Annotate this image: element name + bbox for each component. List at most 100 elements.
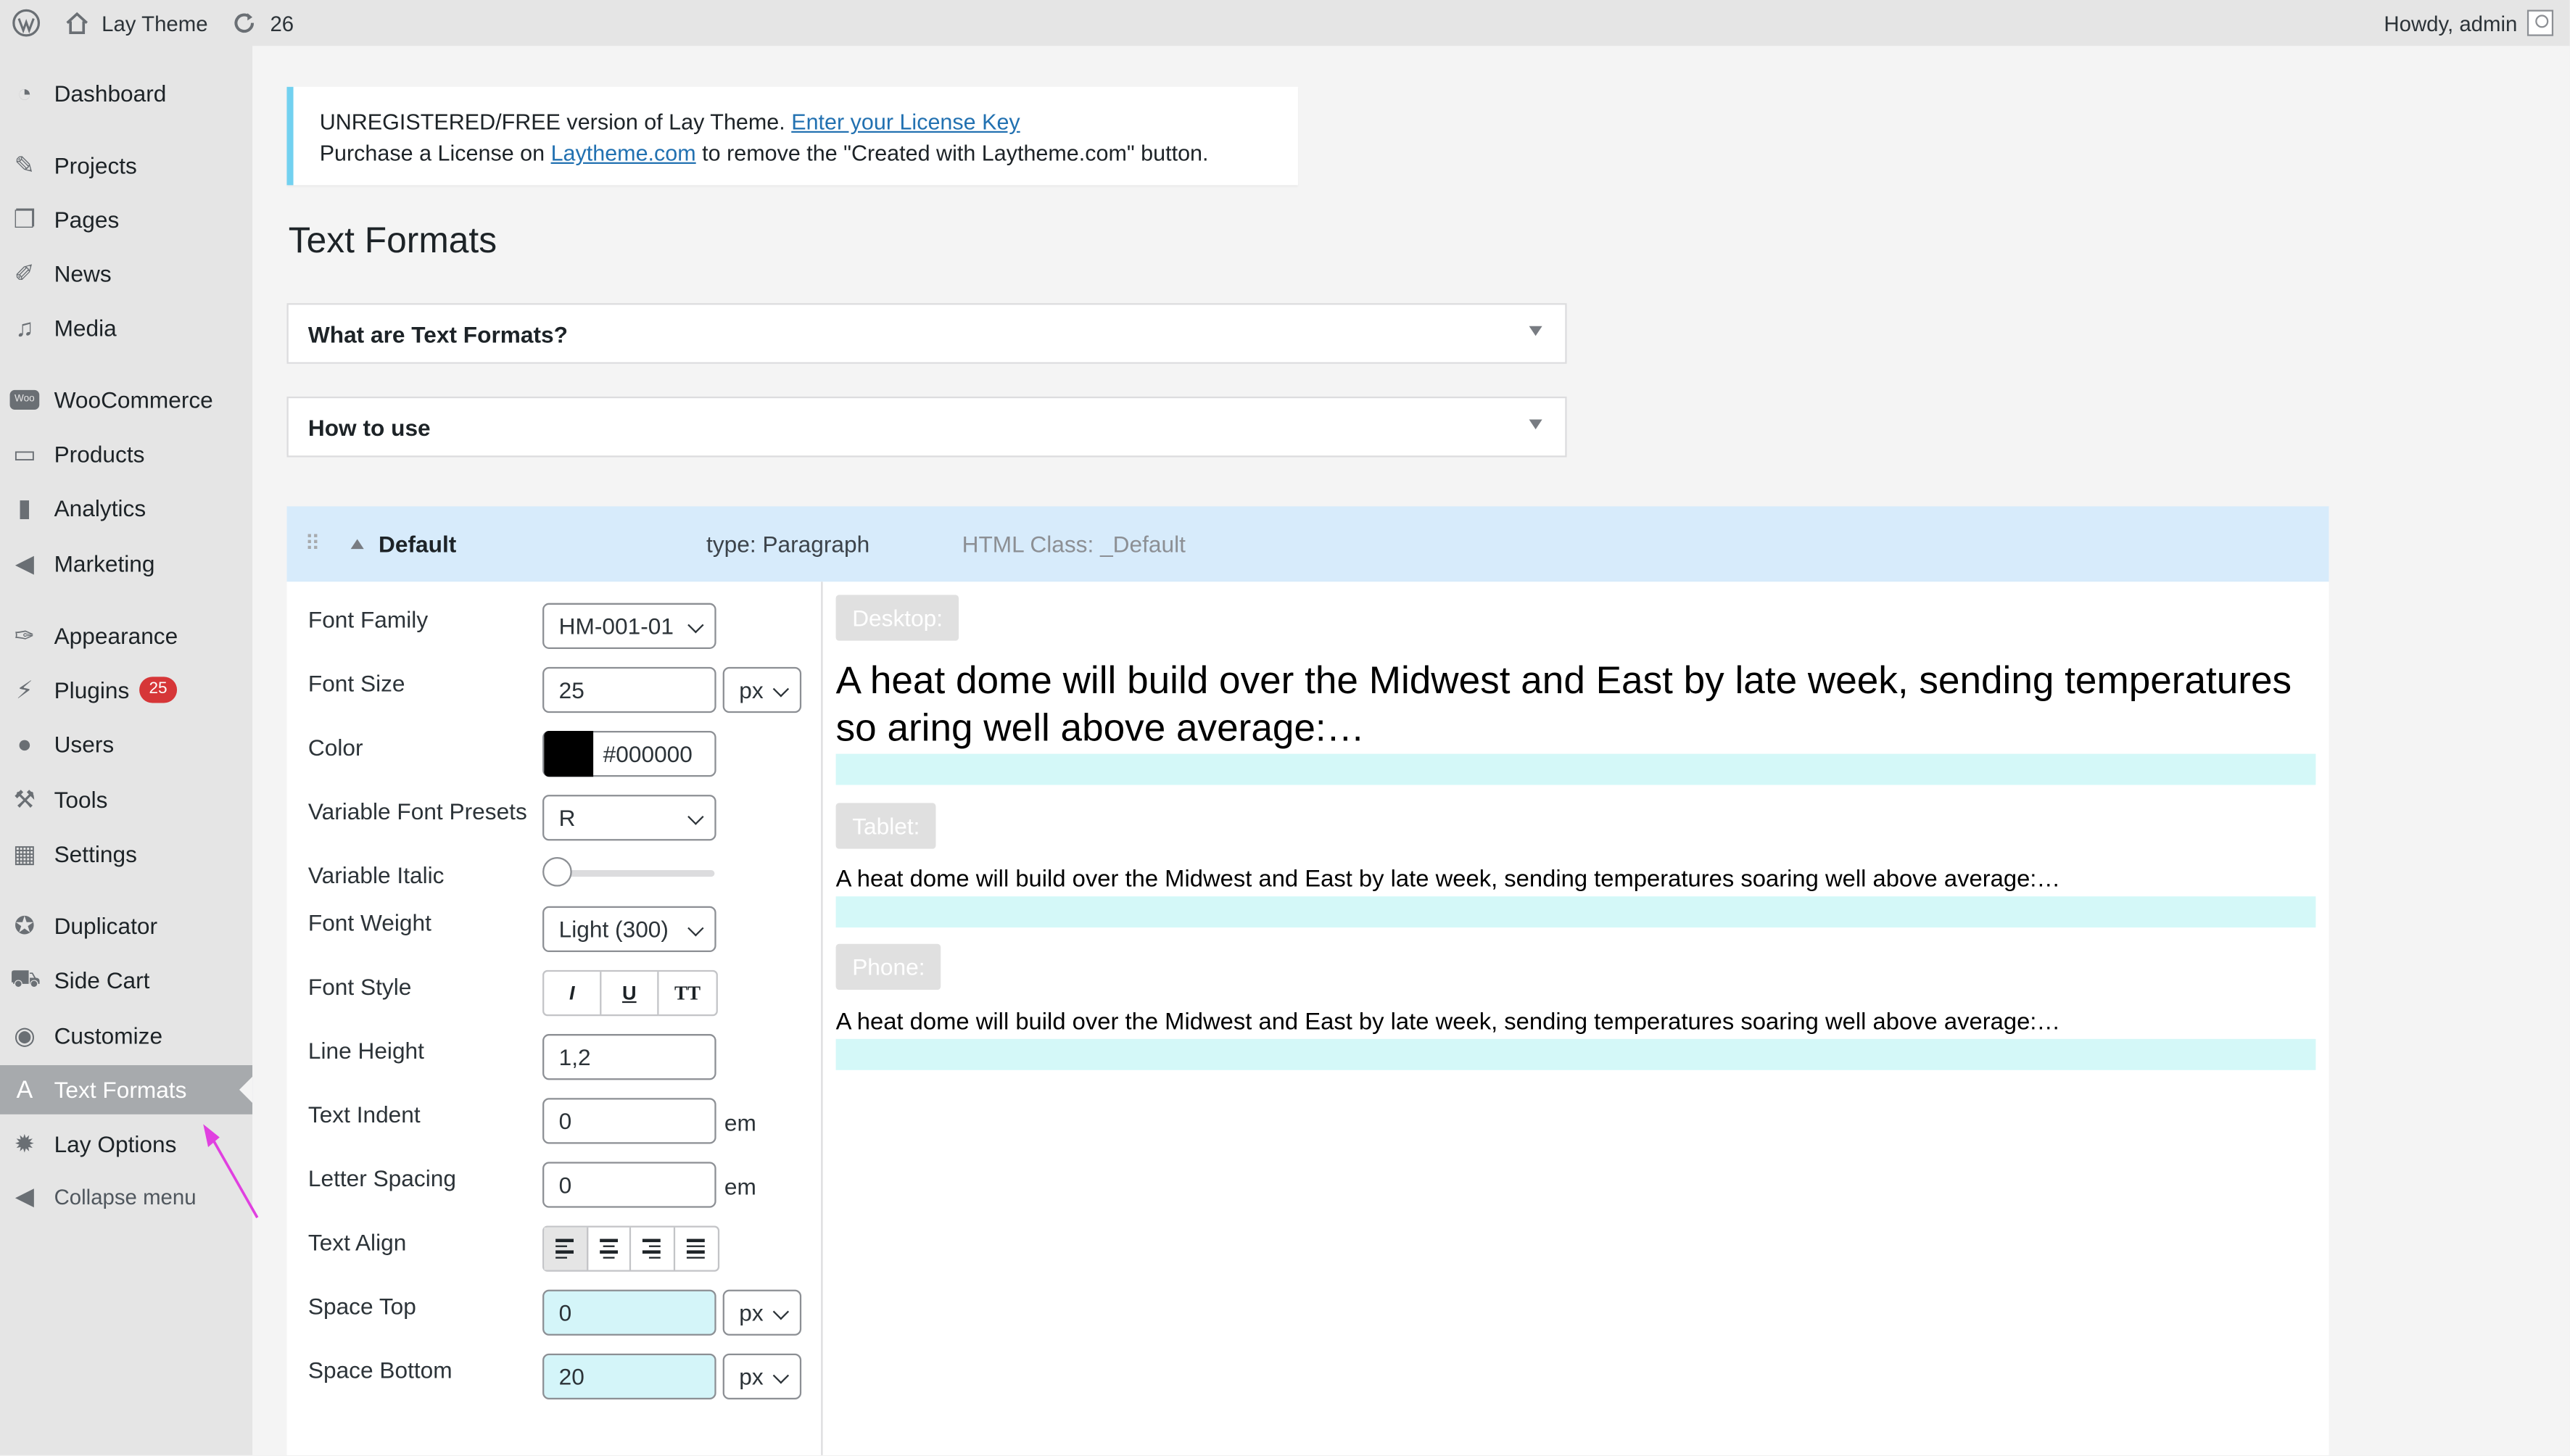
- format-html-class: HTML Class: _Default: [962, 531, 1186, 558]
- align-justify-icon: [687, 1238, 706, 1259]
- font-weight-select[interactable]: Light (300): [542, 906, 716, 953]
- text-indent-input[interactable]: 0: [542, 1098, 716, 1144]
- tablet-spacing-indicator: [835, 896, 2316, 928]
- enter-license-link[interactable]: Enter your License Key: [791, 109, 1020, 134]
- sidebar-item-dashboard[interactable]: ◔ Dashboard: [0, 69, 252, 118]
- gear-icon: ✹: [14, 1130, 36, 1159]
- plugin-icon: ⚡: [15, 677, 33, 705]
- edit-icon: ✐: [14, 260, 36, 289]
- sidebar-item-side-cart[interactable]: ⛟ Side Cart: [0, 956, 252, 1005]
- variable-presets-label: Variable Font Presets: [307, 798, 527, 824]
- phone-spacing-indicator: [835, 1038, 2316, 1070]
- chevron-down-icon: [772, 1368, 790, 1384]
- sidebar-item-plugins[interactable]: ⚡ Plugins 25: [0, 666, 252, 715]
- sidebar-item-customize[interactable]: ◉ Customize: [0, 1011, 252, 1060]
- caret-up-icon[interactable]: [350, 539, 364, 550]
- line-height-label: Line Height: [307, 1037, 424, 1064]
- align-justify-button[interactable]: [674, 1228, 718, 1270]
- line-height-input[interactable]: 1,2: [542, 1034, 716, 1080]
- color-picker[interactable]: #000000: [542, 730, 716, 777]
- variable-italic-label: Variable Italic: [307, 861, 445, 888]
- panel-divider: [821, 582, 823, 1455]
- font-weight-label: Font Weight: [307, 909, 431, 936]
- drag-handle-icon[interactable]: ⠿: [305, 531, 324, 557]
- phone-preview-text: A heat dome will build over the Midwest …: [835, 1009, 2061, 1036]
- megaphone-icon: ◀: [15, 550, 34, 579]
- color-swatch[interactable]: [544, 730, 594, 777]
- text-a-icon: A: [16, 1075, 33, 1104]
- site-name-link[interactable]: Lay Theme: [52, 0, 219, 46]
- tablet-preview-tag: Tablet:: [835, 803, 937, 849]
- dashboard-icon: ◔: [17, 79, 33, 108]
- text-align-label: Text Align: [307, 1229, 407, 1256]
- wordpress-logo-icon: [12, 9, 41, 37]
- space-bottom-input[interactable]: 20: [542, 1353, 716, 1400]
- updates-link[interactable]: 26: [219, 0, 305, 46]
- variable-presets-select[interactable]: R: [542, 795, 716, 841]
- sidebar-item-projects[interactable]: ✎ Projects: [0, 141, 252, 190]
- admin-sidebar: ◔ Dashboard ✎ Projects ❐ Pages ✐ News ♫ Media…: [0, 46, 253, 1455]
- align-left-icon: [555, 1238, 574, 1259]
- howdy-text: Howdy, admin: [2384, 10, 2518, 36]
- home-icon: [66, 12, 88, 35]
- bar-chart-icon: ▮: [17, 495, 32, 523]
- avatar: [2526, 9, 2554, 36]
- wordpress-logo-button[interactable]: [0, 0, 52, 46]
- space-top-input[interactable]: 0: [542, 1289, 716, 1336]
- sidebar-item-tools[interactable]: ⚒ Tools: [0, 775, 252, 824]
- font-size-input[interactable]: 25: [542, 666, 716, 713]
- collapse-menu-button[interactable]: ◀ Collapse menu: [0, 1172, 252, 1221]
- italic-button[interactable]: I: [544, 972, 602, 1014]
- font-family-select[interactable]: HM-001-01: [542, 603, 716, 649]
- space-bottom-unit-select[interactable]: px: [722, 1353, 802, 1400]
- sidebar-item-analytics[interactable]: ▮ Analytics: [0, 484, 252, 533]
- chevron-down-icon: [687, 617, 704, 634]
- plugins-update-badge: 25: [139, 677, 178, 703]
- sidebar-item-users[interactable]: ● Users: [0, 719, 252, 769]
- updates-count: 26: [270, 10, 294, 36]
- sidebar-item-lay-options[interactable]: ✹ Lay Options: [0, 1120, 252, 1169]
- sidebar-item-pages[interactable]: ❐ Pages: [0, 195, 252, 244]
- eye-icon: ◉: [14, 1022, 36, 1051]
- font-size-unit-select[interactable]: px: [722, 666, 802, 713]
- letter-spacing-input[interactable]: 0: [542, 1162, 716, 1208]
- format-header[interactable]: ⠿ Default type: Paragraph HTML Class: _D…: [286, 506, 2329, 582]
- format-name: Default: [379, 531, 457, 558]
- uppercase-button[interactable]: TT: [659, 972, 716, 1014]
- sidebar-item-products[interactable]: ▭ Products: [0, 429, 252, 479]
- sidebar-item-news[interactable]: ✐ News: [0, 249, 252, 299]
- variable-italic-slider-track[interactable]: [555, 870, 715, 877]
- sidebar-item-text-formats[interactable]: A Text Formats: [0, 1065, 253, 1114]
- laytheme-link[interactable]: Laytheme.com: [551, 141, 696, 165]
- space-top-unit-select[interactable]: px: [722, 1289, 802, 1336]
- pin-icon: ✎: [14, 152, 36, 181]
- underline-button[interactable]: U: [601, 972, 659, 1014]
- letter-spacing-label: Letter Spacing: [307, 1165, 456, 1192]
- sidebar-item-woocommerce[interactable]: Woo WooCommerce: [0, 376, 252, 425]
- phone-preview-tag: Phone:: [835, 943, 942, 990]
- duplicator-icon: ✪: [14, 912, 36, 941]
- align-center-button[interactable]: [587, 1227, 632, 1270]
- space-top-label: Space Top: [307, 1293, 416, 1320]
- format-settings-panel: Font Family HM-001-01 Font Size 25 px Co…: [286, 582, 2329, 1455]
- sidebar-item-settings[interactable]: ▦ Settings: [0, 830, 252, 879]
- cart-icon: ⛟: [9, 964, 41, 993]
- caret-down-icon: [1529, 419, 1542, 430]
- align-right-button[interactable]: [631, 1227, 674, 1270]
- sidebar-item-media[interactable]: ♫ Media: [0, 303, 252, 352]
- page-title: Text Formats: [288, 219, 497, 261]
- sidebar-item-duplicator[interactable]: ✪ Duplicator: [0, 901, 252, 951]
- align-left-button[interactable]: [544, 1227, 588, 1270]
- font-size-label: Font Size: [307, 670, 405, 697]
- my-account-link[interactable]: Howdy, admin: [2384, 0, 2554, 46]
- space-bottom-label: Space Bottom: [307, 1357, 453, 1383]
- sidebar-item-appearance[interactable]: ✑ Appearance: [0, 611, 252, 661]
- caret-down-icon: [1529, 326, 1542, 336]
- font-style-buttons: I U TT: [542, 969, 718, 1017]
- accordion-how-to-use[interactable]: How to use: [286, 396, 1567, 458]
- sidebar-item-marketing[interactable]: ◀ Marketing: [0, 539, 252, 589]
- notice-line-2: Purchase a License on Laytheme.com to re…: [319, 141, 1209, 166]
- site-name: Lay Theme: [102, 10, 208, 36]
- accordion-what-are-text-formats[interactable]: What are Text Formats?: [286, 303, 1567, 364]
- variable-italic-slider-handle[interactable]: [542, 856, 572, 887]
